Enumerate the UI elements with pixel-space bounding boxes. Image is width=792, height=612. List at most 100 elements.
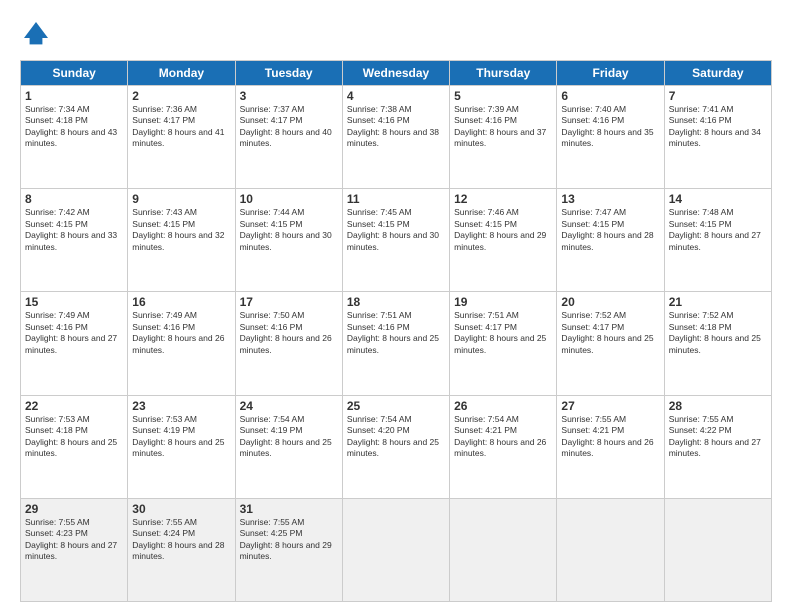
cell-content: Sunrise: 7:53 AMSunset: 4:19 PMDaylight:… [132, 414, 224, 458]
table-row [557, 498, 664, 601]
cell-content: Sunrise: 7:47 AMSunset: 4:15 PMDaylight:… [561, 207, 653, 251]
table-row: 18 Sunrise: 7:51 AMSunset: 4:16 PMDaylig… [342, 292, 449, 395]
cell-content: Sunrise: 7:37 AMSunset: 4:17 PMDaylight:… [240, 104, 332, 148]
day-number: 23 [132, 399, 230, 413]
table-row: 1 Sunrise: 7:34 AMSunset: 4:18 PMDayligh… [21, 86, 128, 189]
cell-content: Sunrise: 7:51 AMSunset: 4:17 PMDaylight:… [454, 310, 546, 354]
weekday-header: Saturday [664, 61, 771, 86]
table-row: 12 Sunrise: 7:46 AMSunset: 4:15 PMDaylig… [450, 189, 557, 292]
cell-content: Sunrise: 7:34 AMSunset: 4:18 PMDaylight:… [25, 104, 117, 148]
weekday-header: Monday [128, 61, 235, 86]
table-row: 29 Sunrise: 7:55 AMSunset: 4:23 PMDaylig… [21, 498, 128, 601]
header [20, 18, 772, 50]
day-number: 15 [25, 295, 123, 309]
table-row: 15 Sunrise: 7:49 AMSunset: 4:16 PMDaylig… [21, 292, 128, 395]
day-number: 19 [454, 295, 552, 309]
table-row: 5 Sunrise: 7:39 AMSunset: 4:16 PMDayligh… [450, 86, 557, 189]
day-number: 22 [25, 399, 123, 413]
cell-content: Sunrise: 7:39 AMSunset: 4:16 PMDaylight:… [454, 104, 546, 148]
table-row: 26 Sunrise: 7:54 AMSunset: 4:21 PMDaylig… [450, 395, 557, 498]
weekday-header: Sunday [21, 61, 128, 86]
cell-content: Sunrise: 7:55 AMSunset: 4:22 PMDaylight:… [669, 414, 761, 458]
day-number: 25 [347, 399, 445, 413]
day-number: 28 [669, 399, 767, 413]
table-row: 9 Sunrise: 7:43 AMSunset: 4:15 PMDayligh… [128, 189, 235, 292]
table-row: 8 Sunrise: 7:42 AMSunset: 4:15 PMDayligh… [21, 189, 128, 292]
logo-icon [20, 18, 52, 50]
cell-content: Sunrise: 7:54 AMSunset: 4:21 PMDaylight:… [454, 414, 546, 458]
cell-content: Sunrise: 7:55 AMSunset: 4:25 PMDaylight:… [240, 517, 332, 561]
weekday-header: Thursday [450, 61, 557, 86]
table-row: 14 Sunrise: 7:48 AMSunset: 4:15 PMDaylig… [664, 189, 771, 292]
table-row: 28 Sunrise: 7:55 AMSunset: 4:22 PMDaylig… [664, 395, 771, 498]
day-number: 10 [240, 192, 338, 206]
weekday-header: Tuesday [235, 61, 342, 86]
cell-content: Sunrise: 7:51 AMSunset: 4:16 PMDaylight:… [347, 310, 439, 354]
cell-content: Sunrise: 7:49 AMSunset: 4:16 PMDaylight:… [25, 310, 117, 354]
table-row: 13 Sunrise: 7:47 AMSunset: 4:15 PMDaylig… [557, 189, 664, 292]
day-number: 16 [132, 295, 230, 309]
table-row: 17 Sunrise: 7:50 AMSunset: 4:16 PMDaylig… [235, 292, 342, 395]
table-row: 27 Sunrise: 7:55 AMSunset: 4:21 PMDaylig… [557, 395, 664, 498]
day-number: 9 [132, 192, 230, 206]
table-row: 30 Sunrise: 7:55 AMSunset: 4:24 PMDaylig… [128, 498, 235, 601]
weekday-header: Wednesday [342, 61, 449, 86]
day-number: 4 [347, 89, 445, 103]
day-number: 24 [240, 399, 338, 413]
table-row: 16 Sunrise: 7:49 AMSunset: 4:16 PMDaylig… [128, 292, 235, 395]
cell-content: Sunrise: 7:40 AMSunset: 4:16 PMDaylight:… [561, 104, 653, 148]
table-row: 6 Sunrise: 7:40 AMSunset: 4:16 PMDayligh… [557, 86, 664, 189]
table-row: 23 Sunrise: 7:53 AMSunset: 4:19 PMDaylig… [128, 395, 235, 498]
cell-content: Sunrise: 7:44 AMSunset: 4:15 PMDaylight:… [240, 207, 332, 251]
cell-content: Sunrise: 7:38 AMSunset: 4:16 PMDaylight:… [347, 104, 439, 148]
day-number: 31 [240, 502, 338, 516]
day-number: 26 [454, 399, 552, 413]
day-number: 21 [669, 295, 767, 309]
logo [20, 18, 56, 50]
cell-content: Sunrise: 7:52 AMSunset: 4:17 PMDaylight:… [561, 310, 653, 354]
day-number: 5 [454, 89, 552, 103]
cell-content: Sunrise: 7:41 AMSunset: 4:16 PMDaylight:… [669, 104, 761, 148]
table-row [664, 498, 771, 601]
day-number: 12 [454, 192, 552, 206]
day-number: 20 [561, 295, 659, 309]
table-row [342, 498, 449, 601]
day-number: 6 [561, 89, 659, 103]
day-number: 13 [561, 192, 659, 206]
cell-content: Sunrise: 7:55 AMSunset: 4:23 PMDaylight:… [25, 517, 117, 561]
cell-content: Sunrise: 7:54 AMSunset: 4:20 PMDaylight:… [347, 414, 439, 458]
day-number: 30 [132, 502, 230, 516]
cell-content: Sunrise: 7:46 AMSunset: 4:15 PMDaylight:… [454, 207, 546, 251]
day-number: 29 [25, 502, 123, 516]
cell-content: Sunrise: 7:42 AMSunset: 4:15 PMDaylight:… [25, 207, 117, 251]
table-row: 2 Sunrise: 7:36 AMSunset: 4:17 PMDayligh… [128, 86, 235, 189]
table-row: 3 Sunrise: 7:37 AMSunset: 4:17 PMDayligh… [235, 86, 342, 189]
table-row: 19 Sunrise: 7:51 AMSunset: 4:17 PMDaylig… [450, 292, 557, 395]
day-number: 11 [347, 192, 445, 206]
page: SundayMondayTuesdayWednesdayThursdayFrid… [0, 0, 792, 612]
cell-content: Sunrise: 7:48 AMSunset: 4:15 PMDaylight:… [669, 207, 761, 251]
cell-content: Sunrise: 7:43 AMSunset: 4:15 PMDaylight:… [132, 207, 224, 251]
day-number: 2 [132, 89, 230, 103]
cell-content: Sunrise: 7:55 AMSunset: 4:21 PMDaylight:… [561, 414, 653, 458]
table-row: 20 Sunrise: 7:52 AMSunset: 4:17 PMDaylig… [557, 292, 664, 395]
day-number: 27 [561, 399, 659, 413]
day-number: 1 [25, 89, 123, 103]
day-number: 8 [25, 192, 123, 206]
table-row: 10 Sunrise: 7:44 AMSunset: 4:15 PMDaylig… [235, 189, 342, 292]
table-row: 24 Sunrise: 7:54 AMSunset: 4:19 PMDaylig… [235, 395, 342, 498]
cell-content: Sunrise: 7:36 AMSunset: 4:17 PMDaylight:… [132, 104, 224, 148]
calendar-table: SundayMondayTuesdayWednesdayThursdayFrid… [20, 60, 772, 602]
table-row: 7 Sunrise: 7:41 AMSunset: 4:16 PMDayligh… [664, 86, 771, 189]
cell-content: Sunrise: 7:52 AMSunset: 4:18 PMDaylight:… [669, 310, 761, 354]
table-row: 11 Sunrise: 7:45 AMSunset: 4:15 PMDaylig… [342, 189, 449, 292]
cell-content: Sunrise: 7:54 AMSunset: 4:19 PMDaylight:… [240, 414, 332, 458]
day-number: 18 [347, 295, 445, 309]
table-row: 4 Sunrise: 7:38 AMSunset: 4:16 PMDayligh… [342, 86, 449, 189]
table-row: 31 Sunrise: 7:55 AMSunset: 4:25 PMDaylig… [235, 498, 342, 601]
table-row: 25 Sunrise: 7:54 AMSunset: 4:20 PMDaylig… [342, 395, 449, 498]
cell-content: Sunrise: 7:53 AMSunset: 4:18 PMDaylight:… [25, 414, 117, 458]
day-number: 14 [669, 192, 767, 206]
cell-content: Sunrise: 7:50 AMSunset: 4:16 PMDaylight:… [240, 310, 332, 354]
table-row: 21 Sunrise: 7:52 AMSunset: 4:18 PMDaylig… [664, 292, 771, 395]
